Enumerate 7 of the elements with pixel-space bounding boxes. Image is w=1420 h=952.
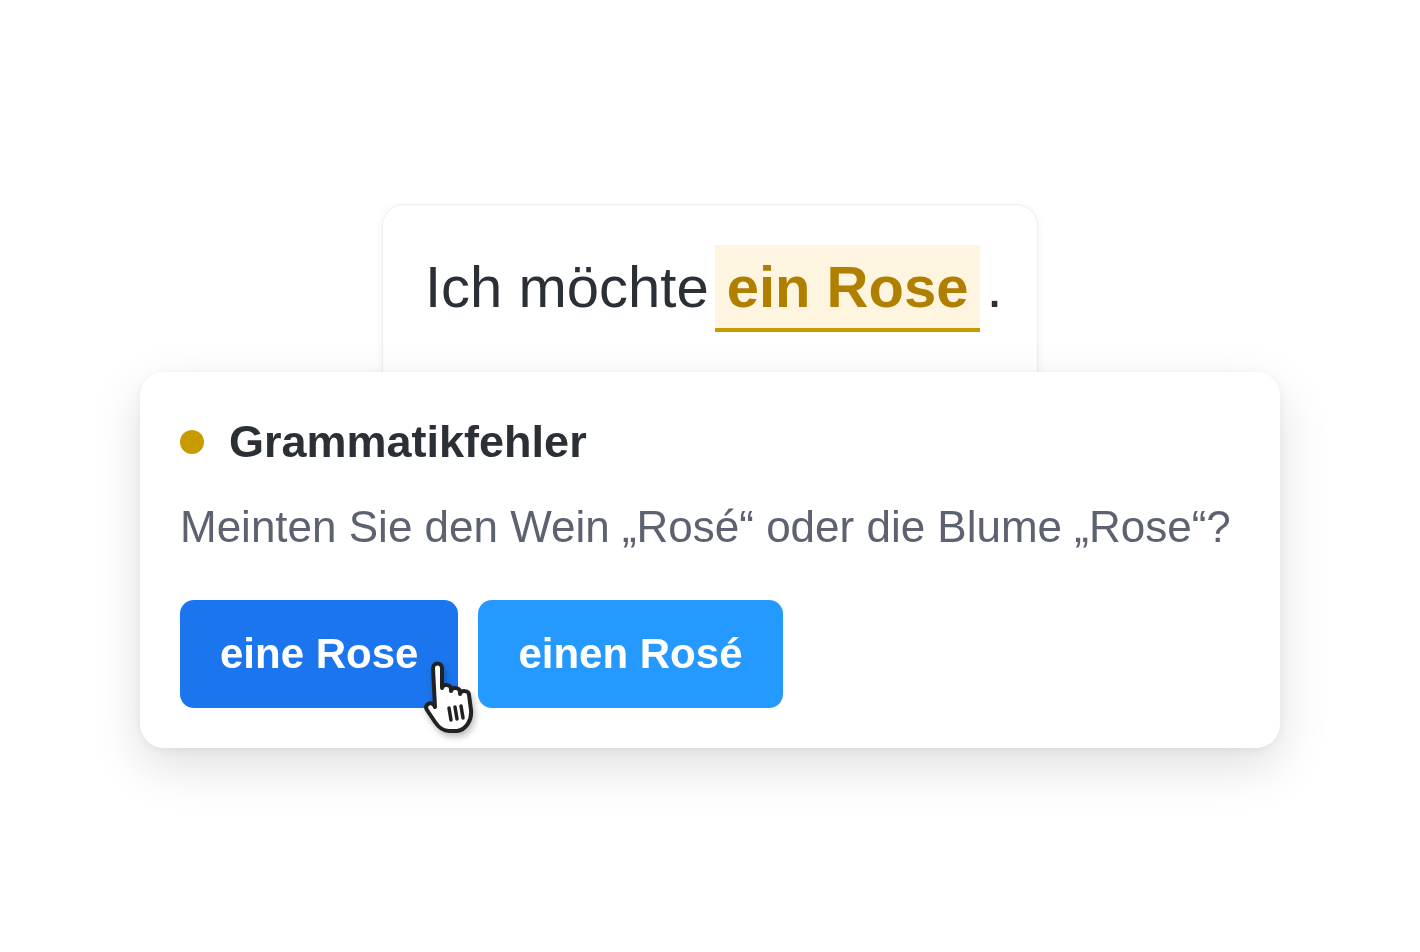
- sentence-text: Ich möchte: [425, 253, 709, 321]
- suggestion-button[interactable]: eine Rose: [180, 600, 459, 708]
- flagged-text-highlight[interactable]: ein Rose: [714, 245, 981, 332]
- issue-title: Grammatikfehler: [229, 415, 587, 469]
- suggestion-message: Meinten Sie den Wein „Rosé“ oder die Blume „Rose“?: [180, 501, 1232, 553]
- sentence-text: .: [986, 253, 1003, 321]
- suggestion-button[interactable]: einen Rosé: [478, 600, 783, 708]
